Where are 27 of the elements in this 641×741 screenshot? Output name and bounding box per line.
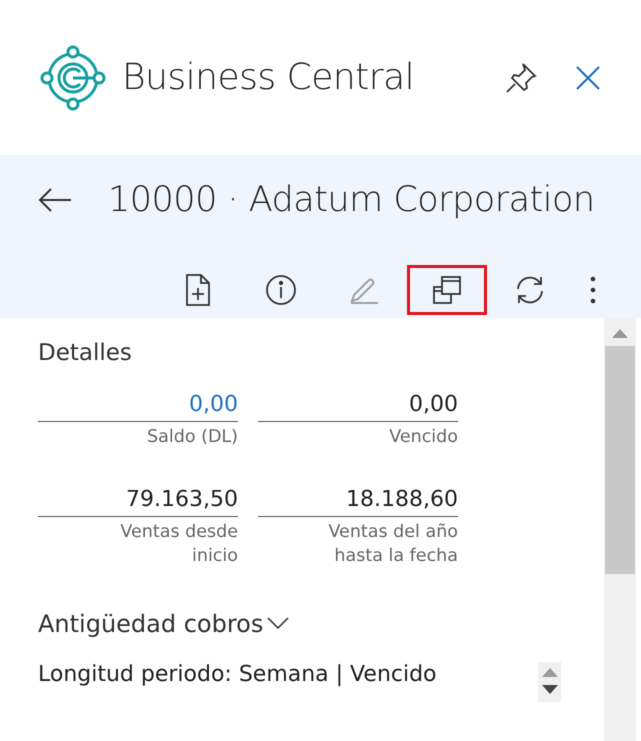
field-label: Ventas del año hasta la fecha	[327, 521, 458, 568]
close-icon[interactable]	[575, 64, 601, 90]
chevron-icon[interactable]	[267, 616, 290, 630]
record-title: 10000 · Adatum Corporation	[108, 180, 595, 220]
filter-text: Longitud periodo: Semana | Vencido	[38, 662, 438, 687]
section-heading: Detalles	[38, 340, 133, 366]
more-icon	[589, 275, 597, 305]
refresh-icon	[514, 275, 546, 305]
field-value[interactable]: 0,00	[38, 392, 238, 422]
windows-icon	[432, 275, 462, 305]
field-label: Vencido	[388, 426, 458, 449]
app-logo-icon	[40, 44, 106, 110]
info-icon	[265, 274, 297, 306]
scrollbar[interactable]	[604, 318, 636, 741]
field-value: 18.188,60	[258, 487, 458, 517]
field-value: 79.163,50	[38, 487, 238, 517]
new-document-icon	[186, 274, 210, 306]
back-arrow-icon[interactable]	[38, 187, 72, 213]
open-window-button[interactable]	[407, 265, 487, 315]
spin-control[interactable]	[538, 662, 561, 702]
field-label: Saldo (DL)	[146, 426, 238, 449]
section-heading[interactable]: Antigüedad cobros	[38, 610, 264, 638]
field-value: 0,00	[258, 392, 458, 422]
down-arrow-icon[interactable]	[542, 685, 558, 694]
field-label: Ventas desde inicio	[119, 521, 238, 568]
pin-icon[interactable]	[505, 62, 537, 94]
app-title: Business Central	[122, 57, 416, 98]
